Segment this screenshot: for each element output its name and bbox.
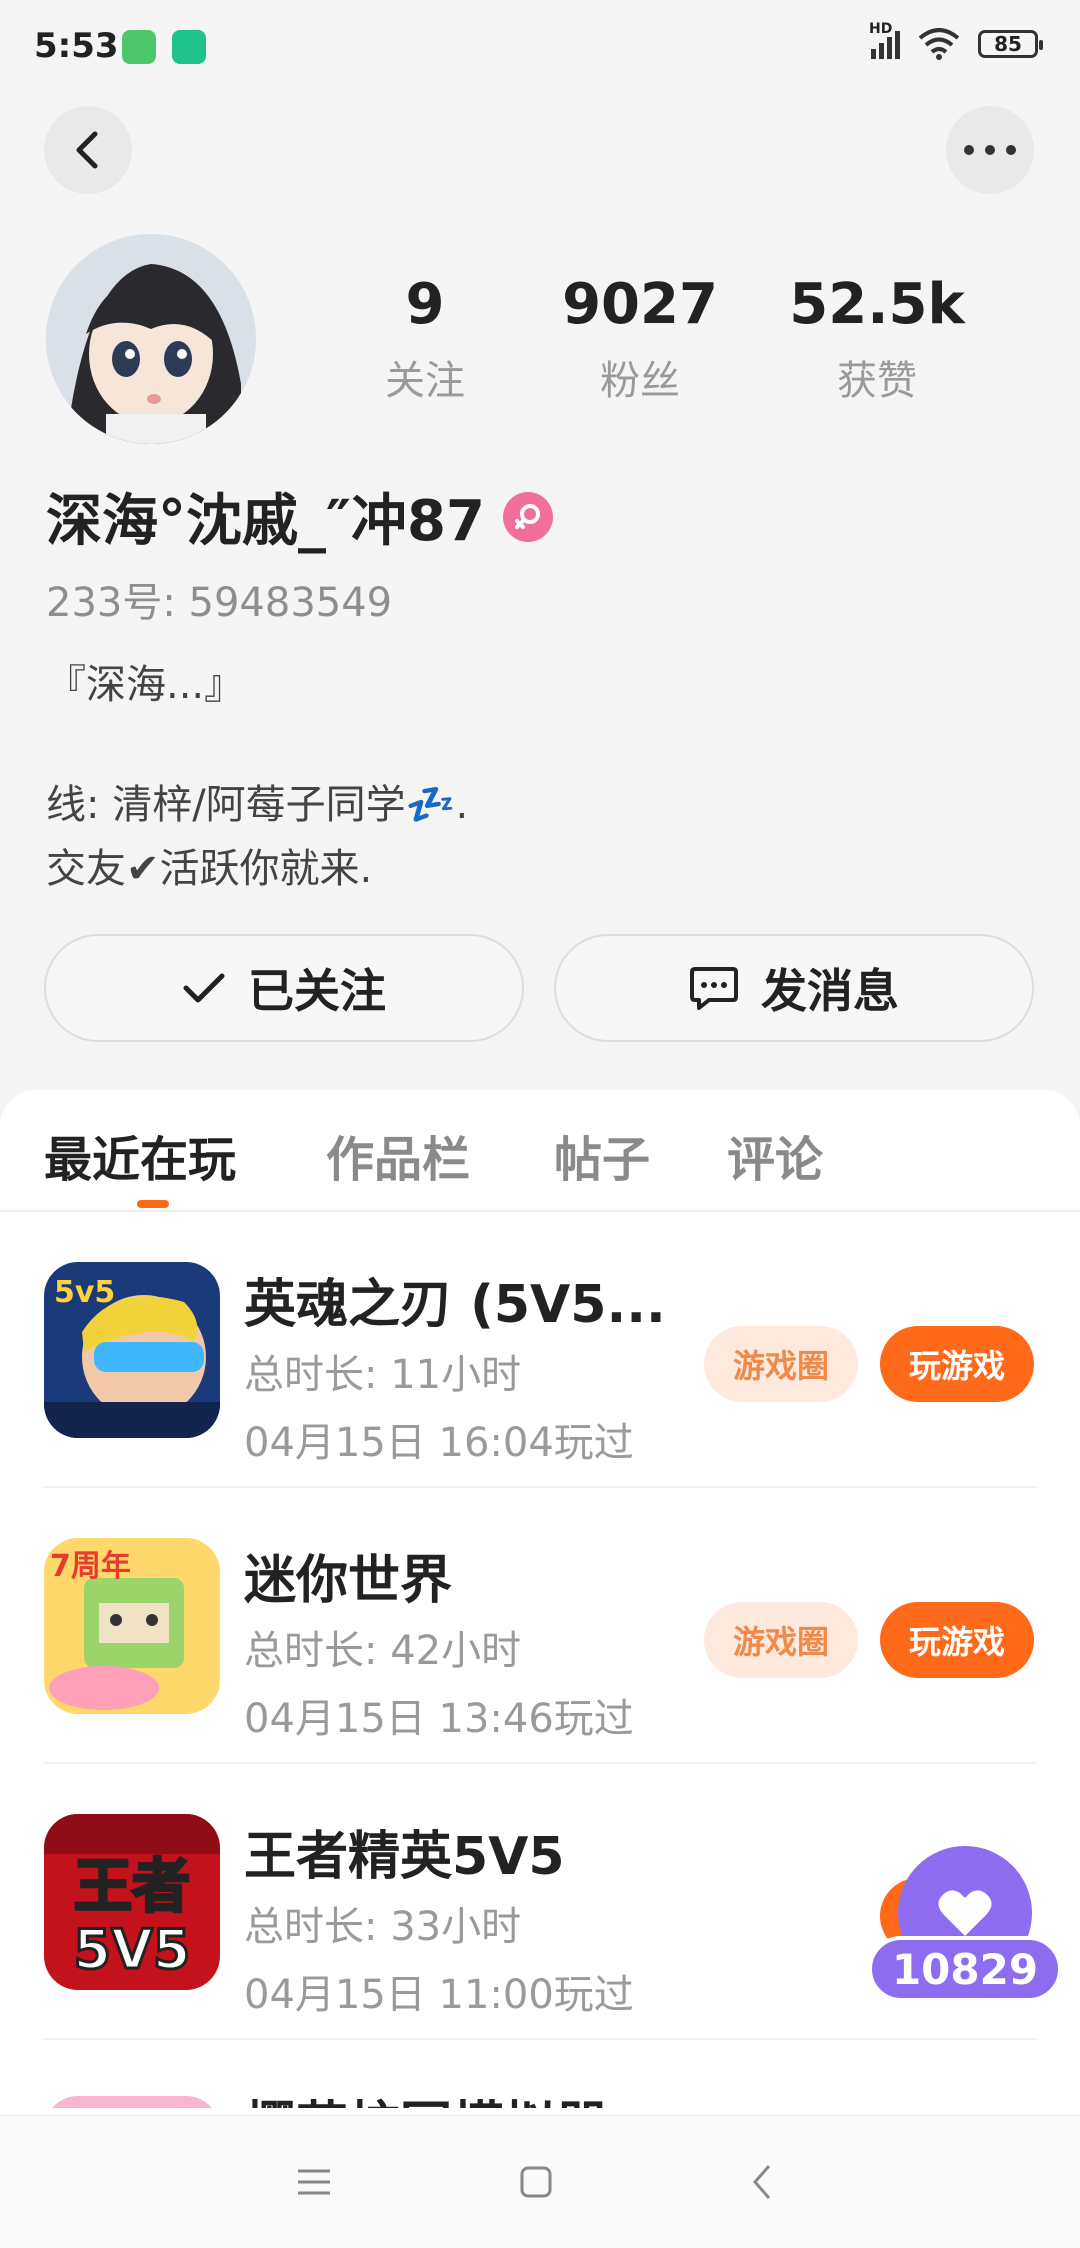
game-circle-button[interactable]: 游戏圈	[704, 1602, 858, 1678]
battery-indicator: 85	[978, 30, 1043, 58]
following-label: 关注	[385, 358, 465, 404]
checkmark-icon	[183, 973, 225, 1003]
likes-count: 52.5k	[789, 272, 965, 337]
following-count: 9	[405, 272, 445, 337]
game-name: 樱花校园模拟器	[244, 2084, 608, 2108]
game-duration: 总时长: 33小时	[244, 1904, 522, 1950]
game-name: 王者精英5V5	[244, 1827, 565, 1887]
content-card: 最近在玩 作品栏 帖子 评论 5v5 英魂之刃 (5V5... 总时长: 11小…	[0, 1090, 1080, 2248]
back-nav-button[interactable]	[736, 2156, 788, 2208]
game-item[interactable]: 7周年 迷你世界 总时长: 42小时 04月15日 13:46玩过 游戏圈 玩游…	[0, 1488, 1080, 1764]
likes-label: 获赞	[837, 358, 917, 404]
status-time: 5:53	[34, 26, 119, 66]
like-count: 10829	[868, 1936, 1062, 2002]
bio-line: 交友✔活跃你就来.	[46, 846, 373, 892]
network-type-label: HD	[869, 21, 893, 37]
game-badge-text: 7周年	[50, 1549, 131, 1584]
follow-button-label: 已关注	[248, 964, 386, 1018]
game-last-played: 04月15日 11:00玩过	[244, 1972, 634, 2018]
signal-icon: HD	[869, 21, 900, 59]
wifi-icon	[918, 28, 960, 60]
tab-comments[interactable]: 评论	[727, 1120, 823, 1190]
game-badge-text: 5v5	[54, 1275, 115, 1310]
chat-bubble-icon	[690, 967, 738, 1010]
game-icon	[44, 2096, 220, 2108]
app-notification-icon	[172, 30, 206, 64]
game-last-played: 04月15日 13:46玩过	[244, 1696, 634, 1742]
profile-name-row: 深海°沈戚_″冲87	[46, 476, 553, 557]
game-icon: 5v5	[44, 1262, 220, 1438]
system-navigation-bar	[0, 2115, 1080, 2248]
home-nav-button[interactable]	[510, 2156, 562, 2208]
status-bar: 5:53 HD 85	[0, 0, 1080, 96]
message-button-label: 发消息	[761, 964, 899, 1018]
bio-line: 线: 清梓/阿莓子同学💤.	[46, 782, 469, 828]
profile-tabs: 最近在玩 作品栏 帖子 评论	[0, 1090, 1080, 1212]
floating-like-widget[interactable]: 10829	[868, 1846, 1062, 2006]
game-name: 迷你世界	[244, 1551, 453, 1611]
followers-label: 粉丝	[600, 358, 680, 404]
profile-name: 深海°沈戚_″冲87	[46, 489, 485, 554]
female-gender-icon	[502, 491, 553, 542]
follow-button[interactable]: 已关注	[44, 934, 524, 1042]
tab-posts[interactable]: 帖子	[554, 1120, 650, 1190]
game-icon: 7周年	[44, 1538, 220, 1714]
bio-line: 『深海...』	[46, 662, 245, 708]
message-button[interactable]: 发消息	[554, 934, 1034, 1042]
game-circle-button[interactable]: 游戏圈	[704, 1326, 858, 1402]
menu-nav-button[interactable]	[288, 2156, 340, 2208]
game-item[interactable]: 樱花校园模拟器	[0, 2040, 1080, 2108]
user-id: 233号: 59483549	[46, 580, 393, 626]
game-last-played: 04月15日 16:04玩过	[244, 1420, 634, 1466]
game-item[interactable]: 5v5 英魂之刃 (5V5... 总时长: 11小时 04月15日 16:04玩…	[0, 1212, 1080, 1488]
tab-works[interactable]: 作品栏	[326, 1120, 470, 1190]
back-button[interactable]	[44, 106, 132, 194]
game-duration: 总时长: 42小时	[244, 1628, 522, 1674]
game-badge-text: 5V5	[74, 1918, 191, 1981]
battery-level: 85	[994, 32, 1022, 56]
menu-icon	[298, 2169, 330, 2195]
avatar[interactable]	[46, 234, 256, 444]
more-options-button[interactable]	[946, 106, 1034, 194]
game-badge-text: 王者	[74, 1852, 190, 1920]
play-game-button[interactable]: 玩游戏	[880, 1602, 1034, 1678]
more-dots-icon	[964, 145, 1016, 155]
back-arrow-icon	[76, 131, 98, 169]
game-name: 英魂之刃 (5V5...	[244, 1275, 666, 1335]
stat-likes[interactable]: 52.5k 获赞	[777, 272, 977, 406]
home-square-icon	[520, 2166, 552, 2198]
status-icons: HD 85	[869, 21, 1043, 60]
followers-count: 9027	[562, 272, 718, 337]
stat-followers[interactable]: 9027 粉丝	[540, 272, 740, 406]
game-icon: 王者 5V5	[44, 1814, 220, 1990]
stat-following[interactable]: 9 关注	[325, 272, 525, 406]
game-duration: 总时长: 11小时	[244, 1352, 522, 1398]
active-tab-indicator	[137, 1200, 169, 1208]
back-chevron-icon	[753, 2165, 771, 2199]
tab-recently-played[interactable]: 最近在玩	[44, 1120, 236, 1190]
avatar-image	[46, 234, 256, 444]
app-notification-icon	[122, 30, 156, 64]
play-game-button[interactable]: 玩游戏	[880, 1326, 1034, 1402]
